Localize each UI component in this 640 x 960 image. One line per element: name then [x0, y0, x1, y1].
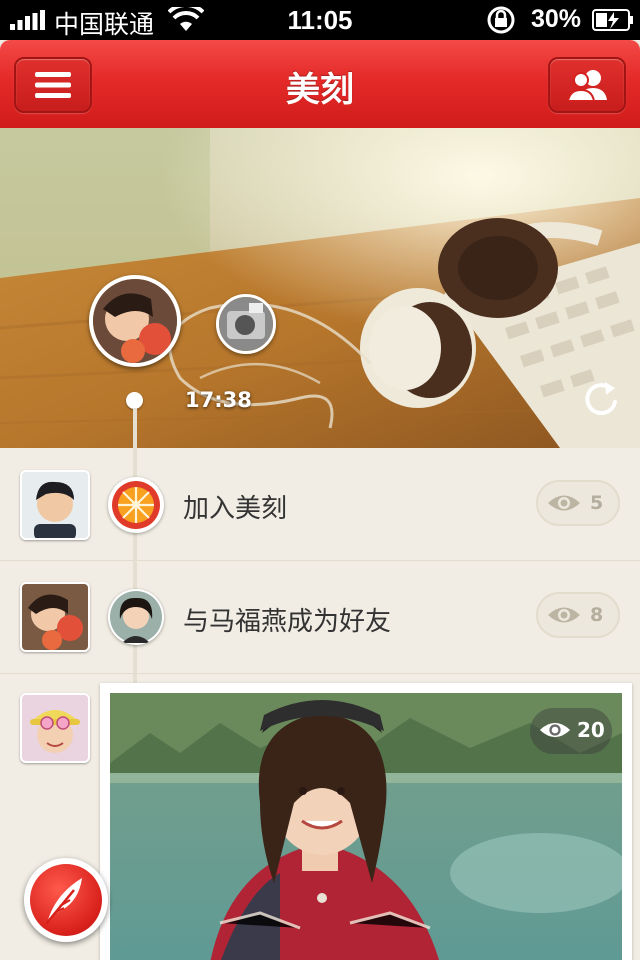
page-title: 美刻 [286, 70, 354, 110]
headphones-desk-photo [0, 128, 640, 448]
friends-button[interactable] [548, 57, 626, 113]
user-photo [93, 279, 177, 363]
kid-photo [22, 584, 88, 650]
view-count: 5 [536, 480, 620, 526]
feed-item-text: 加入美刻 [183, 494, 288, 524]
orange-slice-icon [108, 477, 164, 533]
user-avatar-thumb[interactable] [20, 693, 90, 763]
cover-time-label: 17:38 [185, 388, 252, 412]
timeline-dot [126, 392, 143, 409]
rotation-lock-icon [487, 6, 515, 34]
battery-percent: 30% [531, 5, 582, 33]
refresh-icon[interactable] [580, 378, 622, 420]
quill-icon [45, 878, 82, 925]
nav-bar: 美刻 [0, 40, 640, 128]
user-avatar-thumb[interactable] [20, 470, 90, 540]
view-count-number: 5 [590, 492, 604, 514]
cover-photo [0, 128, 640, 448]
boy-photo [22, 472, 88, 538]
status-bar: 中国联通 11:05 30% [0, 0, 640, 40]
feed-item[interactable]: 加入美刻 5 [0, 448, 640, 561]
friend-avatar[interactable] [216, 294, 276, 354]
friend-avatar [108, 589, 164, 645]
eye-icon [539, 722, 571, 738]
girl-cap-photo [22, 695, 88, 761]
user-avatar[interactable] [89, 275, 181, 367]
eye-icon [548, 495, 580, 511]
view-count-number: 20 [577, 718, 605, 742]
compose-button[interactable] [24, 858, 108, 942]
photo-view-count: 20 [530, 708, 612, 754]
app-screen: 中国联通 11:05 30% 美刻 17:38 加入美刻 5 与马福燕成为好友 … [0, 0, 640, 960]
friend-photo [219, 297, 273, 351]
feed-item[interactable]: 与马福燕成为好友 8 [0, 561, 640, 674]
view-count-number: 8 [590, 604, 604, 626]
feed-item-text: 与马福燕成为好友 [183, 607, 392, 637]
view-count: 8 [536, 592, 620, 638]
user-avatar-thumb[interactable] [20, 582, 90, 652]
battery-icon [592, 9, 633, 31]
friends-icon [566, 70, 607, 102]
eye-icon [548, 607, 580, 623]
